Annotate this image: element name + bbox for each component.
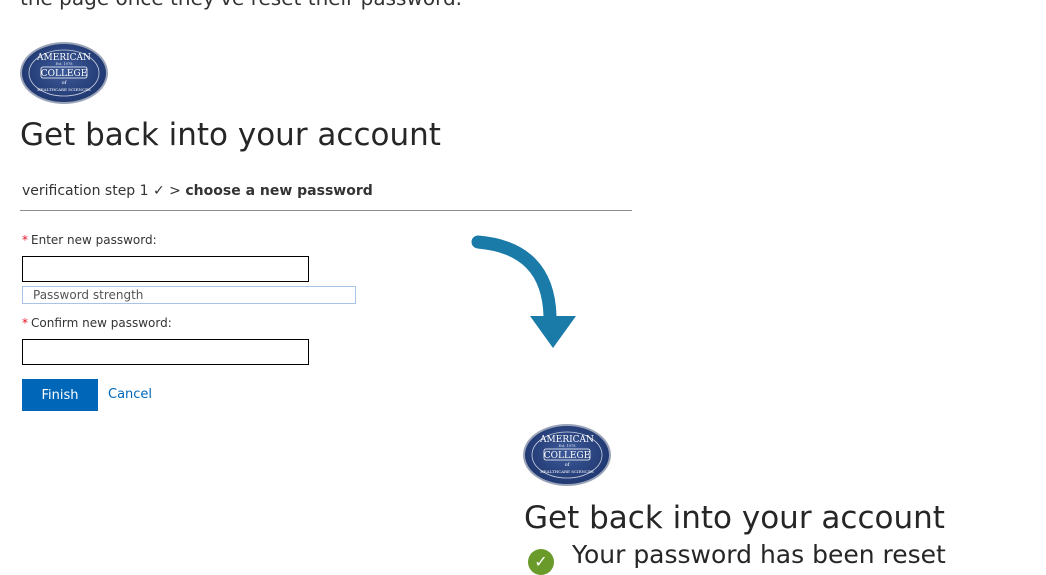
success-message: Your password has been reset [572, 540, 946, 569]
breadcrumb-completed-step: verification step 1 ✓ > [22, 183, 186, 199]
header-divider [20, 210, 632, 211]
logo-text-of: of [565, 462, 571, 468]
cancel-link[interactable]: Cancel [108, 387, 152, 402]
logo-text-healthcare: HEALTHCARE SCIENCES [37, 87, 91, 92]
checkmark-icon: ✓ [528, 549, 554, 575]
new-password-label: * Enter new password: [22, 233, 157, 247]
page-title: Get back into your account [20, 117, 441, 153]
logo-text-of: of [62, 80, 68, 86]
college-logo: AMERICAN Est. 1978 COLLEGE of HEALTHCARE… [523, 424, 611, 486]
logo-text-college: COLLEGE [544, 451, 591, 461]
logo-text-college: COLLEGE [41, 69, 88, 79]
curved-arrow-icon [471, 235, 576, 348]
logo-text-est: Est. 1978 [56, 62, 73, 66]
breadcrumb-current-step: choose a new password [185, 183, 373, 199]
new-password-label-text: Enter new password: [31, 233, 157, 247]
required-marker: * [22, 233, 28, 247]
logo-text-est: Est. 1978 [559, 444, 576, 448]
finish-button[interactable]: Finish [22, 379, 98, 411]
confirm-password-label: * Confirm new password: [22, 316, 172, 330]
top-caption: the page once they've reset their passwo… [20, 0, 462, 10]
confirm-password-input[interactable] [22, 339, 309, 365]
required-marker: * [22, 316, 28, 330]
breadcrumb: verification step 1 ✓ > choose a new pas… [22, 183, 373, 199]
password-strength-meter: Password strength [22, 286, 356, 304]
result-page-title: Get back into your account [524, 500, 945, 536]
logo-text-healthcare: HEALTHCARE SCIENCES [540, 469, 594, 474]
college-logo: AMERICAN Est. 1978 COLLEGE of HEALTHCARE… [20, 42, 108, 104]
new-password-input[interactable] [22, 256, 309, 282]
confirm-password-label-text: Confirm new password: [31, 316, 172, 330]
